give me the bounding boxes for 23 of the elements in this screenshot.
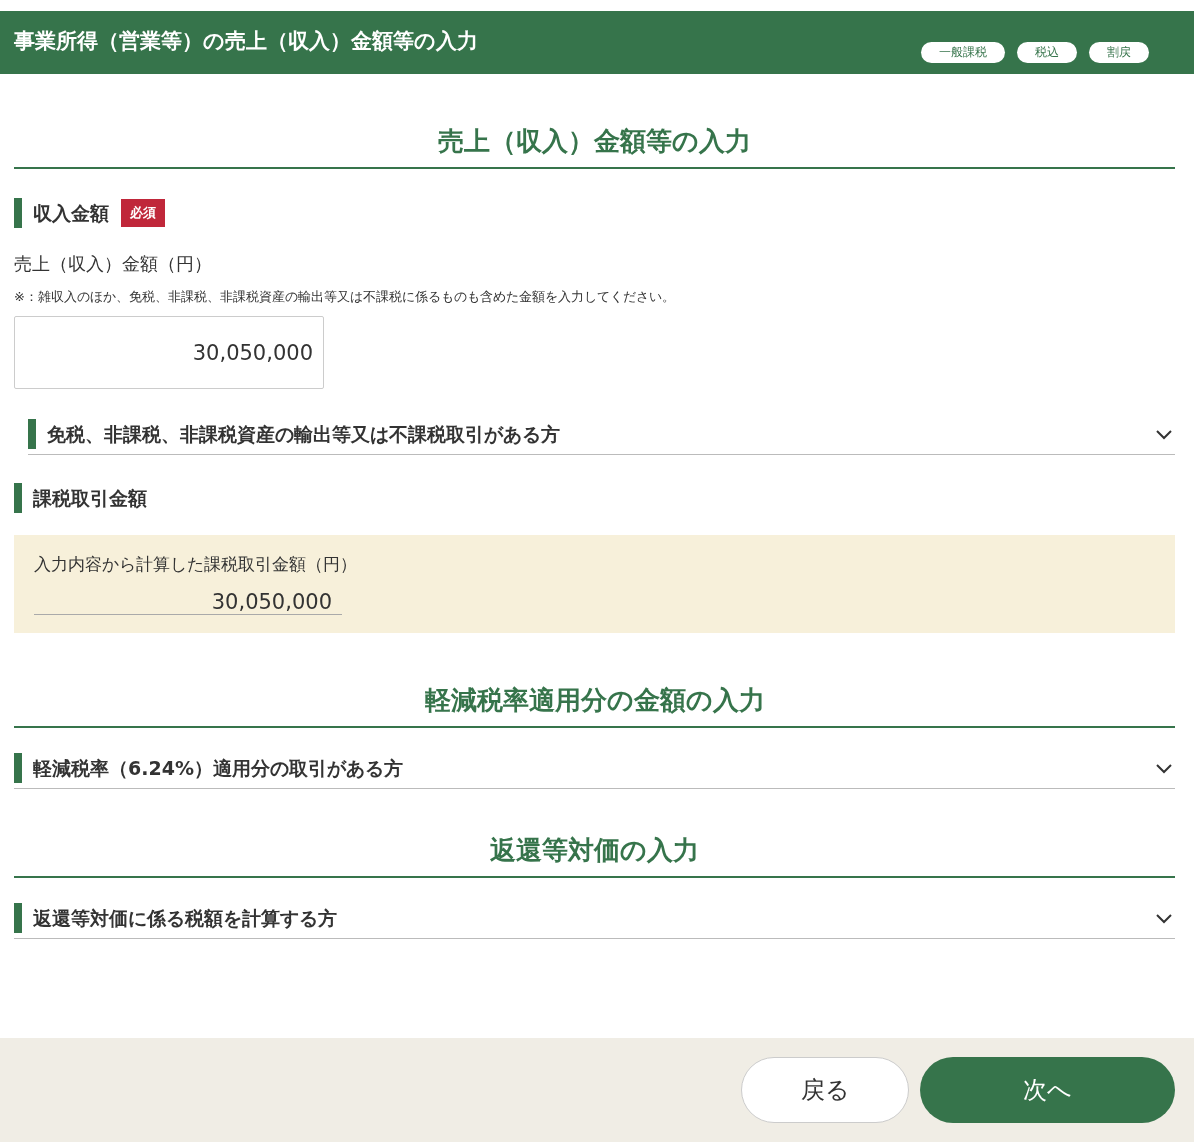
required-badge: 必須 [121,199,165,227]
tax-mode-badge: 税込 [1017,42,1077,63]
accordion-title: 軽減税率（6.24%）適用分の取引がある方 [14,753,403,783]
field-note: ※：雑収入のほか、免税、非課税、非課税資産の輸出等又は不課税に係るものも含めた金額を入力してください。 [14,288,676,306]
page-title: 事業所得（営業等）の売上（収入）金額等の入力 [14,28,478,55]
section-heading: 返還等対価の入力 [14,833,1175,878]
accordion-header[interactable]: 返還等対価に係る税額を計算する方 [14,903,1175,939]
amount-input-field[interactable]: 30,050,000 [14,316,324,389]
tax-mode-badge: 一般課税 [921,42,1005,63]
field-group-label: 収入金額 [14,198,109,228]
accordion-title: 免税、非課税、非課税資産の輸出等又は不課税取引がある方 [28,419,560,449]
tax-mode-badge: 割戻 [1089,42,1149,63]
accordion-header[interactable]: 軽減税率（6.24%）適用分の取引がある方 [14,753,1175,789]
field-label: 売上（収入）金額（円） [14,252,213,276]
section-heading: 軽減税率適用分の金額の入力 [14,683,1175,728]
accordion-header[interactable]: 免税、非課税、非課税資産の輸出等又は不課税取引がある方 [28,419,1175,455]
section-heading: 売上（収入）金額等の入力 [14,124,1175,169]
field-group-label: 課税取引金額 [14,483,147,513]
field-label: 入力内容から計算した課税取引金額（円） [34,553,358,576]
computed-value: 30,050,000 [34,590,342,615]
back-button[interactable]: 戻る [741,1057,909,1123]
next-button[interactable]: 次へ [920,1057,1175,1123]
accordion-title: 返還等対価に係る税額を計算する方 [14,903,337,933]
